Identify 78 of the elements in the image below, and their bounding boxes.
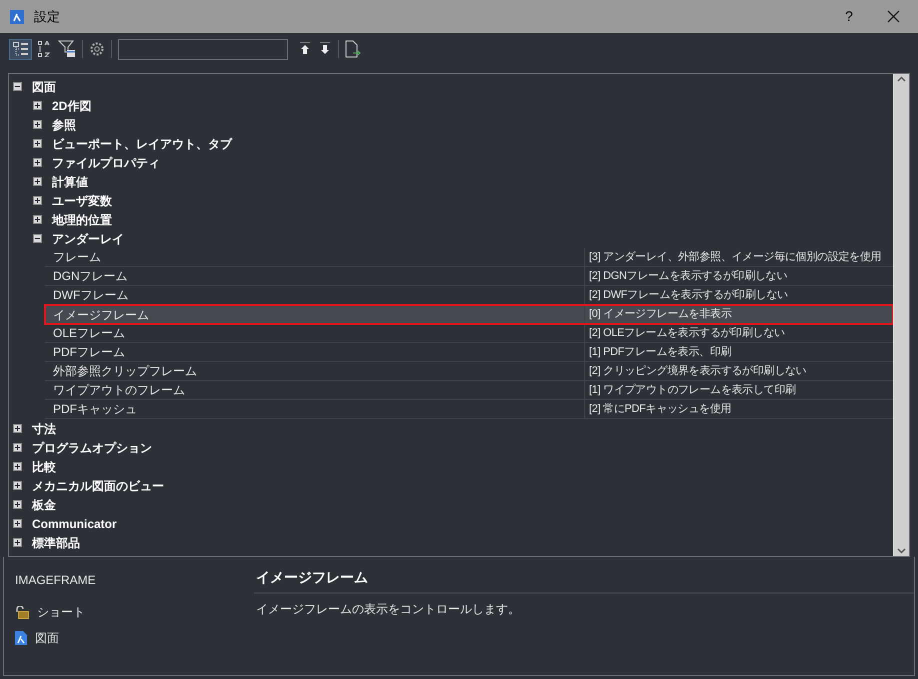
property-value: [2] DWFフレームを表示するが印刷しない [588, 288, 789, 303]
property-name: 外部参照クリップフレーム [45, 362, 585, 380]
help-button[interactable]: ? [834, 6, 864, 27]
scrollbar[interactable] [893, 74, 909, 556]
collapse-icon[interactable] [13, 82, 22, 91]
category-label[interactable]: メカニカル図面のビュー [32, 476, 164, 494]
property-row[interactable]: PDFキャッシュ [2] 常にPDFキャッシュを使用 [45, 400, 893, 419]
property-name: イメージフレーム [45, 305, 585, 324]
property-value: [2] 常にPDFキャッシュを使用 [588, 402, 732, 417]
expand-icon[interactable] [13, 538, 22, 547]
property-name: フレーム [45, 248, 585, 266]
detail-title: イメージフレーム [254, 567, 914, 594]
arrow-up-icon[interactable] [298, 42, 312, 56]
category-label[interactable]: 参照 [52, 116, 76, 134]
collapse-icon[interactable] [33, 234, 42, 243]
lock-icon [15, 606, 29, 618]
category-label[interactable]: ファイルプロパティ [52, 154, 160, 172]
expand-icon[interactable] [33, 196, 42, 205]
property-row[interactable]: 外部参照クリップフレーム [2] クリッピング境界を表示するが印刷しない [45, 362, 893, 381]
property-name: DGNフレーム [45, 267, 585, 285]
category-label[interactable]: プログラムオプション [32, 438, 152, 456]
expand-icon[interactable] [13, 443, 22, 452]
expand-icon[interactable] [13, 500, 22, 509]
expand-icon[interactable] [13, 462, 22, 471]
export-icon[interactable] [345, 40, 361, 58]
property-row[interactable]: PDFフレーム [1] PDFフレームを表示、印刷 [45, 343, 893, 362]
drawing-file-icon [15, 631, 27, 645]
property-value: [2] クリッピング境界を表示するが印刷しない [588, 364, 808, 379]
expand-icon[interactable] [33, 139, 42, 148]
app-icon [10, 10, 24, 24]
property-name: PDFキャッシュ [45, 400, 585, 418]
expand-icon[interactable] [33, 158, 42, 167]
scope-label: ショート [37, 604, 85, 621]
settings-icon[interactable] [89, 41, 105, 57]
tree-view-button[interactable] [9, 38, 32, 60]
property-value: [2] DGNフレームを表示するが印刷しない [588, 268, 788, 284]
property-value: [1] PDFフレームを表示、印刷 [588, 344, 732, 360]
property-value: [2] OLEフレームを表示するが印刷しない [588, 326, 786, 341]
category-label[interactable]: ユーザ変数 [52, 192, 112, 210]
search-field[interactable] [118, 38, 288, 60]
category-label[interactable]: Communicator [32, 514, 117, 532]
property-row[interactable]: イメージフレーム [0] イメージフレームを非表示 [45, 305, 893, 324]
variable-name: IMAGEFRAME [15, 572, 97, 589]
property-row[interactable]: DGNフレーム [2] DGNフレームを表示するが印刷しない [45, 267, 893, 286]
detail-description: イメージフレームの表示をコントロールします。 [255, 601, 521, 618]
category-label[interactable]: 図面 [32, 78, 56, 96]
category-label[interactable]: 比較 [32, 458, 56, 476]
property-name: ワイプアウトのフレーム [45, 381, 585, 399]
category-label[interactable]: 地理的位置 [52, 210, 112, 228]
category-label[interactable]: ビューポート、レイアウト、タブ [52, 134, 232, 152]
property-value: [1] ワイプアウトのフレームを表示して印刷 [588, 382, 797, 398]
sort-alphabetical-icon[interactable] [38, 41, 52, 57]
category-label[interactable]: アンダーレイ [52, 230, 124, 248]
expand-icon[interactable] [33, 120, 42, 129]
category-label[interactable]: 寸法 [32, 420, 56, 438]
filter-icon[interactable] [58, 40, 76, 58]
property-value: [0] イメージフレームを非表示 [588, 307, 732, 322]
expand-icon[interactable] [33, 177, 42, 186]
property-row[interactable]: ワイプアウトのフレーム [1] ワイプアウトのフレームを表示して印刷 [45, 381, 893, 400]
scope-label: 図面 [35, 630, 59, 647]
scroll-down-icon[interactable] [897, 548, 906, 554]
expand-icon[interactable] [33, 215, 42, 224]
property-row[interactable]: フレーム [3] アンダーレイ、外部参照、イメージ毎に個別の設定を使用 [45, 248, 893, 267]
expand-icon[interactable] [13, 481, 22, 490]
property-value: [3] アンダーレイ、外部参照、イメージ毎に個別の設定を使用 [588, 250, 882, 265]
property-name: PDFフレーム [45, 343, 585, 361]
window-title: 設定 [34, 8, 60, 26]
category-label[interactable]: 2D作図 [52, 96, 92, 114]
category-label[interactable]: 標準部品 [32, 534, 80, 552]
arrow-down-icon[interactable] [318, 42, 332, 56]
category-label[interactable]: 計算値 [52, 172, 88, 190]
category-label[interactable]: 板金 [32, 496, 56, 514]
scroll-up-icon[interactable] [897, 76, 906, 82]
expand-icon[interactable] [33, 101, 42, 110]
property-name: OLEフレーム [45, 324, 585, 342]
property-row[interactable]: OLEフレーム [2] OLEフレームを表示するが印刷しない [45, 324, 893, 343]
expand-icon[interactable] [13, 519, 22, 528]
expand-icon[interactable] [13, 424, 22, 433]
